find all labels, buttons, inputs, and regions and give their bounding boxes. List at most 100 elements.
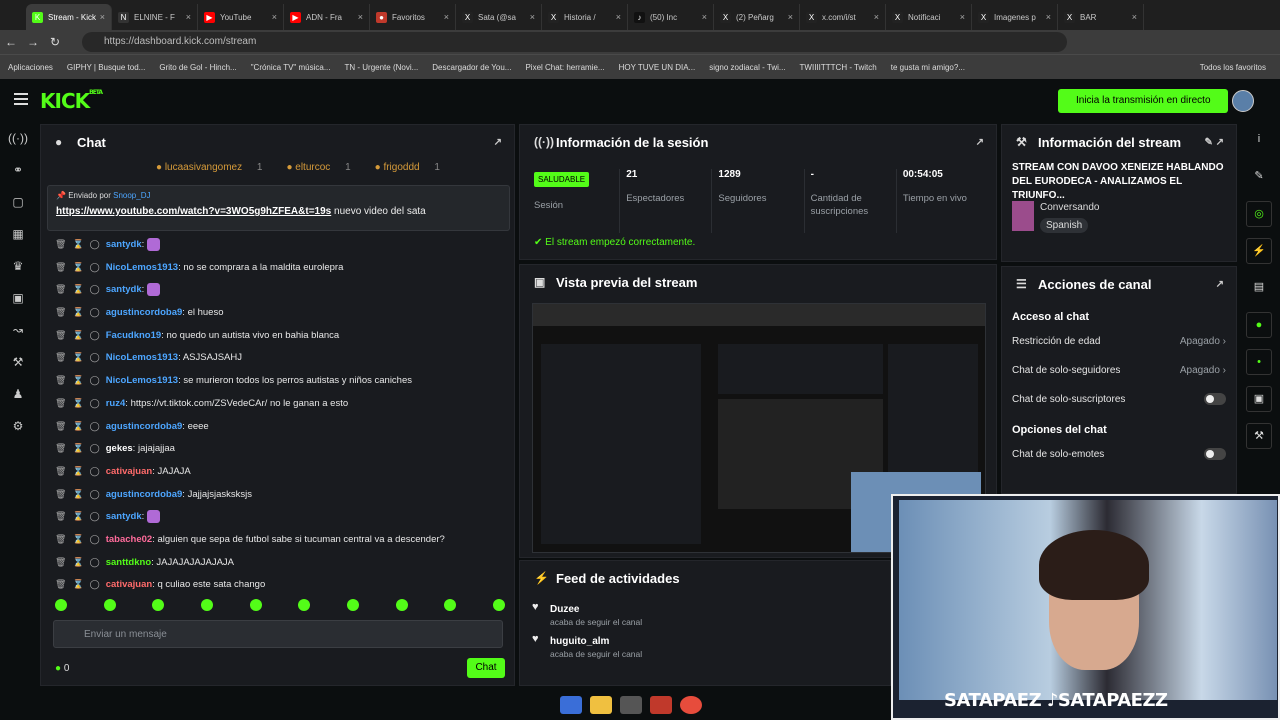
top-chatter[interactable]: ● frigoddd 1	[375, 162, 452, 173]
browser-tab[interactable]: ♪ (50) Inc ×	[628, 4, 714, 30]
timeout-icon[interactable]: ⌛	[72, 534, 83, 544]
timeout-icon[interactable]: ⌛	[72, 466, 83, 476]
back-icon[interactable]: ←	[0, 35, 22, 49]
send-chat-button[interactable]: Chat	[467, 658, 505, 678]
delete-icon[interactable]: 🗑	[55, 534, 66, 544]
timeout-icon[interactable]: ⌛	[72, 352, 83, 362]
chat-username[interactable]: santydk	[106, 284, 142, 295]
delete-icon[interactable]: 🗑	[55, 466, 66, 476]
browser-tab[interactable]: X Historia / ×	[542, 4, 628, 30]
kick-logo[interactable]: KICKBETA	[40, 89, 103, 113]
wrench-icon[interactable]: ⚒	[1246, 423, 1272, 449]
chat-username[interactable]: gekes	[106, 443, 133, 454]
bookmark[interactable]: Pixel Chat: herramie...	[525, 63, 604, 72]
timeout-icon[interactable]: ⌛	[72, 239, 83, 249]
forward-icon[interactable]: →	[22, 35, 44, 49]
emote-icon[interactable]	[395, 599, 408, 611]
chat-username[interactable]: santtdkno	[106, 557, 151, 568]
ban-icon[interactable]: ◯	[90, 557, 100, 567]
go-live-button[interactable]: Inicia la transmisión en directo	[1058, 89, 1228, 113]
emote-icon[interactable]	[298, 599, 311, 611]
emote-icon[interactable]	[103, 599, 116, 611]
bookmark[interactable]: HOY TUVE UN DIA...	[619, 63, 696, 72]
browser-tab[interactable]: ● Favoritos ×	[370, 4, 456, 30]
top-chatter[interactable]: ● elturcoc 1	[286, 162, 362, 173]
delete-icon[interactable]: 🗑	[55, 239, 66, 249]
timeout-icon[interactable]: ⌛	[72, 421, 83, 431]
app-icon[interactable]	[650, 696, 672, 714]
ban-icon[interactable]: ◯	[90, 489, 100, 499]
bookmark[interactable]: Grito de Gol - Hinch...	[159, 63, 236, 72]
delete-icon[interactable]: 🗑	[55, 489, 66, 499]
menu-icon[interactable]	[14, 93, 28, 105]
ban-icon[interactable]: ◯	[90, 330, 100, 340]
chat-username[interactable]: tabache02	[106, 534, 152, 545]
target-icon[interactable]: ◎	[1246, 201, 1272, 227]
pinned-link[interactable]: https://www.youtube.com/watch?v=3WO5g9hZ…	[56, 206, 331, 217]
browser-tab[interactable]: ▶ ADN - Fra ×	[284, 4, 370, 30]
timeout-icon[interactable]: ⌛	[72, 511, 83, 521]
video-icon[interactable]: ▣	[0, 282, 36, 314]
stream-icon[interactable]: ((·))	[0, 122, 36, 154]
bookmark[interactable]: Aplicaciones	[8, 63, 53, 72]
user-avatar[interactable]	[1232, 90, 1254, 112]
timeout-icon[interactable]: ⌛	[72, 579, 83, 589]
popout-icon[interactable]: ↗	[1216, 279, 1224, 290]
chat-input[interactable]: Enviar un mensaje	[53, 620, 503, 648]
ban-icon[interactable]: ◯	[90, 375, 100, 385]
age-restriction-row[interactable]: Restricción de edad Apagado ›	[1002, 327, 1236, 356]
ban-icon[interactable]: ◯	[90, 239, 100, 249]
ban-icon[interactable]: ◯	[90, 421, 100, 431]
timeout-icon[interactable]: ⌛	[72, 262, 83, 272]
bookmark[interactable]: Descargador de You...	[432, 63, 511, 72]
timeout-icon[interactable]: ⌛	[72, 284, 83, 294]
ban-icon[interactable]: ◯	[90, 352, 100, 362]
browser-tab[interactable]: N ELNINE - F ×	[112, 4, 198, 30]
popout-icon[interactable]: ↗	[976, 137, 984, 148]
bookmark[interactable]: "Crónica TV" música...	[251, 63, 331, 72]
ban-icon[interactable]: ◯	[90, 284, 100, 294]
delete-icon[interactable]: 🗑	[55, 330, 66, 340]
emote-icon[interactable]	[200, 599, 213, 611]
emote-icon[interactable]	[492, 599, 505, 611]
chat-username[interactable]: agustincordoba9	[106, 489, 183, 500]
bookmark[interactable]: signo zodiacal - Twi...	[709, 63, 785, 72]
close-tab-icon[interactable]: ×	[272, 12, 277, 22]
doc-icon[interactable]: ▤	[1246, 275, 1272, 301]
close-tab-icon[interactable]: ×	[616, 12, 621, 22]
timeout-icon[interactable]: ⌛	[72, 398, 83, 408]
delete-icon[interactable]: 🗑	[55, 375, 66, 385]
tools-icon[interactable]: ⚙	[0, 410, 36, 442]
close-tab-icon[interactable]: ×	[960, 12, 965, 22]
windows-icon[interactable]	[560, 696, 582, 714]
window-icon[interactable]: ▢	[0, 186, 36, 218]
subs-only-toggle[interactable]	[1204, 393, 1226, 405]
bookmark[interactable]: te gusta mi amigo?...	[891, 63, 965, 72]
delete-icon[interactable]: 🗑	[55, 443, 66, 453]
ban-icon[interactable]: ◯	[90, 443, 100, 453]
delete-icon[interactable]: 🗑	[55, 579, 66, 589]
delete-icon[interactable]: 🗑	[55, 262, 66, 272]
link-icon[interactable]: ⚭	[0, 154, 36, 186]
broadcast-icon[interactable]: •	[1246, 349, 1272, 375]
followers-only-row[interactable]: Chat de solo-seguidores Apagado ›	[1002, 356, 1236, 385]
url-field[interactable]: https://dashboard.kick.com/stream	[82, 32, 1067, 52]
timeout-icon[interactable]: ⌛	[72, 489, 83, 499]
pencil-icon[interactable]: ✎	[1246, 164, 1272, 190]
browser-tab[interactable]: Xx.com/i/st ×	[800, 4, 886, 30]
ban-icon[interactable]: ◯	[90, 307, 100, 317]
timeout-icon[interactable]: ⌛	[72, 375, 83, 385]
chat-username[interactable]: agustincordoba9	[106, 307, 183, 318]
chat-username[interactable]: santydk	[106, 511, 142, 522]
timeout-icon[interactable]: ⌛	[72, 443, 83, 453]
chart-icon[interactable]: ↝	[0, 314, 36, 346]
ban-icon[interactable]: ◯	[90, 579, 100, 589]
chat-username[interactable]: NicoLemos1913	[106, 375, 178, 386]
close-tab-icon[interactable]: ×	[1132, 12, 1137, 22]
delete-icon[interactable]: 🗑	[55, 421, 66, 431]
browser-tab[interactable]: X Imagenes p ×	[972, 4, 1058, 30]
top-chatter[interactable]: ● lucaasivangomez 1	[156, 162, 274, 173]
browser-tab[interactable]: X Notificaci ×	[886, 4, 972, 30]
delete-icon[interactable]: 🗑	[55, 511, 66, 521]
bookmark[interactable]: TWIIIITTTCH - Twitch	[800, 63, 877, 72]
